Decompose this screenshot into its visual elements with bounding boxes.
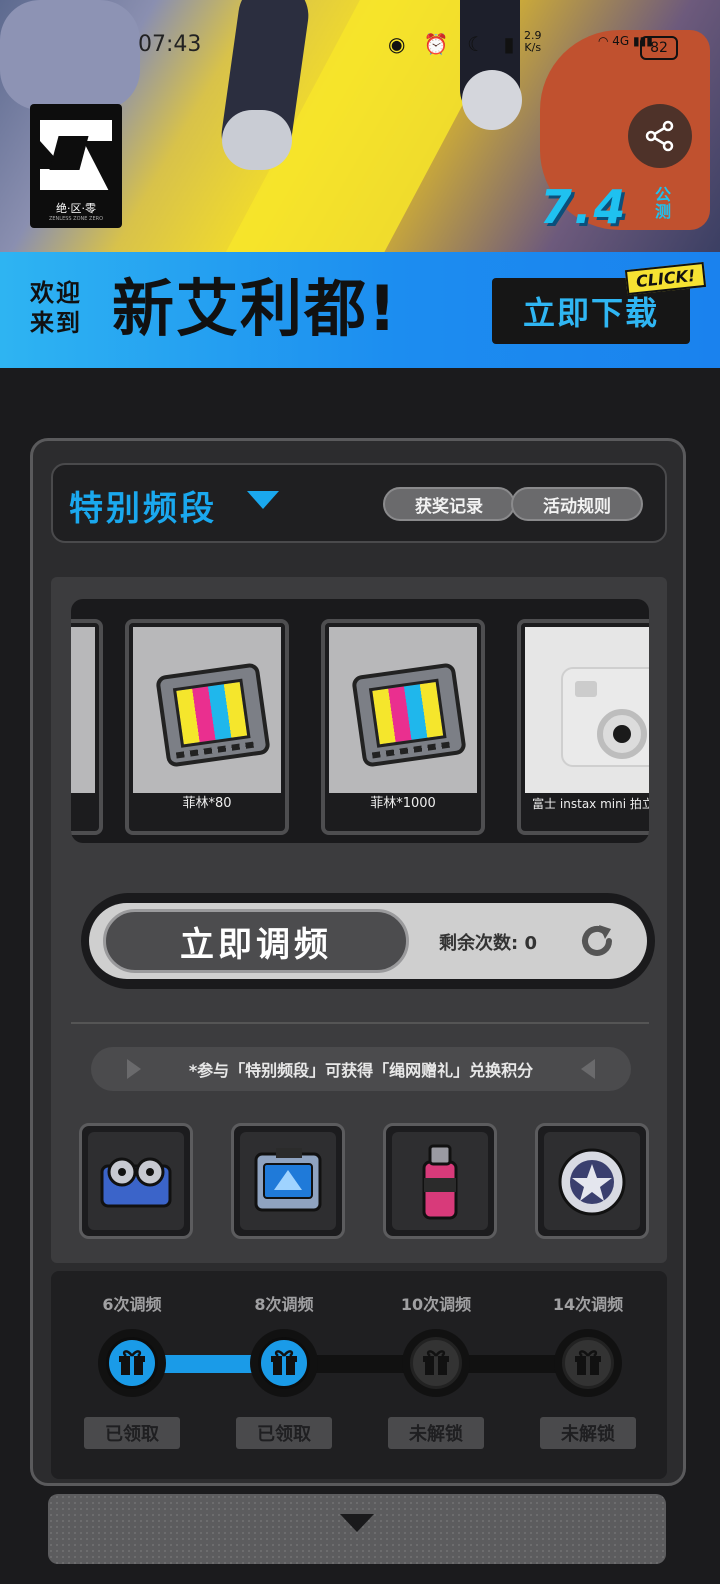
prize-label: 菲林*80 <box>182 796 232 811</box>
reward-image <box>544 1132 640 1230</box>
spray-can-icon <box>422 1144 458 1220</box>
prize-card[interactable]: 富士 instax mini 拍立得 <box>517 619 649 835</box>
hero-banner: 07:43 ◉ ⏰ ☾ ▮ 2.9 K/s ◠ 4G ▮▮▮ 82 绝·区·零 … <box>0 0 720 252</box>
tune-bar-inner: 立即调频 剩余次数: 0 <box>89 903 647 979</box>
prize-label: 菲林*1000 <box>370 796 436 811</box>
reward-item[interactable] <box>535 1123 649 1239</box>
status-icons: ◉ ⏰ ☾ ▮ <box>388 32 521 56</box>
speed-unit: K/s <box>524 41 542 54</box>
data-disk-icon <box>254 1148 322 1212</box>
wifi-icon: ◠ <box>598 34 613 48</box>
milestone-node[interactable] <box>250 1329 318 1397</box>
gift-icon <box>575 1350 601 1375</box>
prize-image <box>71 627 95 793</box>
records-button[interactable]: 获奖记录 <box>383 487 515 521</box>
milestone-status: 未解锁 <box>540 1417 636 1449</box>
camera-icon <box>561 667 649 767</box>
prize-carousel[interactable]: 菲林*80 菲林*1000 富士 instax mini 拍立得 <box>71 599 649 843</box>
gift-icon <box>423 1350 449 1375</box>
logo-subtext: ZENLESS ZONE ZERO <box>48 216 104 222</box>
share-icon <box>645 120 674 152</box>
launch-date-tag: 公测 <box>655 185 672 221</box>
welcome-banner: 欢迎来到 新艾利都! 立即下载 CLICK! <box>0 252 720 368</box>
click-tag: CLICK! <box>624 261 707 296</box>
milestone-status: 未解锁 <box>388 1417 484 1449</box>
event-content: 菲林*80 菲林*1000 富士 instax mini 拍立得 立即调频 剩余… <box>51 577 667 1263</box>
collapse-handle[interactable] <box>48 1494 666 1564</box>
logo-text: 绝·区·零 <box>56 202 96 215</box>
coin-icon <box>558 1148 626 1216</box>
milestone-status: 已领取 <box>236 1417 332 1449</box>
launch-date: 7.4 <box>540 180 628 234</box>
remaining-count: 剩余次数: 0 <box>439 929 537 955</box>
notice-left-arrow-icon <box>127 1059 141 1079</box>
tune-now-button[interactable]: 立即调频 <box>103 909 409 973</box>
remaining-value: 0 <box>524 933 538 954</box>
reward-item[interactable] <box>231 1123 345 1239</box>
network-label: 4G <box>612 34 630 48</box>
rules-button[interactable]: 活动规则 <box>511 487 643 521</box>
prize-card[interactable]: 菲林*1000 <box>321 619 485 835</box>
prize-image <box>133 627 281 793</box>
chevron-down-icon <box>340 1514 374 1532</box>
event-header: 特别频段 获奖记录 活动规则 <box>51 463 667 543</box>
band-title[interactable]: 特别频段 <box>69 481 217 530</box>
milestone-node[interactable] <box>402 1329 470 1397</box>
event-panel: 特别频段 获奖记录 活动规则 菲林*80 菲林*1000 富士 instax m… <box>30 438 686 1486</box>
welcome-big-text: 新艾利都! <box>112 272 399 345</box>
milestone-node[interactable] <box>98 1329 166 1397</box>
tape-reel-icon <box>100 1157 172 1208</box>
network-speed: 2.9 K/s <box>524 30 542 54</box>
gift-icon <box>119 1350 145 1375</box>
film-icon <box>351 662 467 768</box>
reward-items <box>79 1123 649 1243</box>
prize-image <box>525 627 649 793</box>
band-dropdown-icon[interactable] <box>247 491 279 509</box>
milestone-node[interactable] <box>554 1329 622 1397</box>
reward-item[interactable] <box>79 1123 193 1239</box>
hero-art-shoe <box>462 70 522 130</box>
welcome-small-text: 欢迎来到 <box>30 279 82 337</box>
reward-image <box>88 1132 184 1230</box>
section-divider <box>71 1022 649 1024</box>
step-label: 6次调频 <box>102 1295 162 1314</box>
prize-label: 富士 instax mini 拍立得 <box>532 797 649 811</box>
notice-text: *参与「特别频段」可获得「绳网赠礼」兑换积分 <box>188 1061 534 1080</box>
reward-item[interactable] <box>383 1123 497 1239</box>
prize-image <box>329 627 477 793</box>
status-time: 07:43 <box>138 32 202 57</box>
step-label: 10次调频 <box>400 1295 472 1314</box>
battery-indicator: 82 <box>640 36 678 60</box>
milestone-status: 已领取 <box>84 1417 180 1449</box>
share-button[interactable] <box>628 104 692 168</box>
reward-image <box>392 1132 488 1230</box>
tune-bar: 立即调频 剩余次数: 0 <box>81 893 655 989</box>
status-bar: 07:43 ◉ ⏰ ☾ ▮ 2.9 K/s ◠ 4G ▮▮▮ 82 <box>0 28 720 68</box>
exchange-notice: *参与「特别频段」可获得「绳网赠礼」兑换积分 <box>91 1047 631 1091</box>
prize-card[interactable]: 菲林*80 <box>125 619 289 835</box>
refresh-icon <box>582 925 612 956</box>
game-logo[interactable]: 绝·区·零 ZENLESS ZONE ZERO <box>30 104 122 228</box>
step-label: 14次调频 <box>552 1295 624 1314</box>
tune-progress: 6次调频 8次调频 10次调频 14次调频 已领取 已领取 未解锁 未解锁 <box>51 1271 667 1479</box>
reward-image <box>240 1132 336 1230</box>
hero-art-shoe <box>222 110 292 170</box>
refresh-button[interactable] <box>571 915 623 967</box>
notice-right-arrow-icon <box>581 1059 595 1079</box>
remaining-label: 剩余次数: <box>439 933 519 954</box>
film-icon <box>155 662 271 768</box>
step-label: 8次调频 <box>254 1295 314 1314</box>
prize-card-partial[interactable] <box>71 619 103 835</box>
gift-icon <box>271 1350 297 1375</box>
